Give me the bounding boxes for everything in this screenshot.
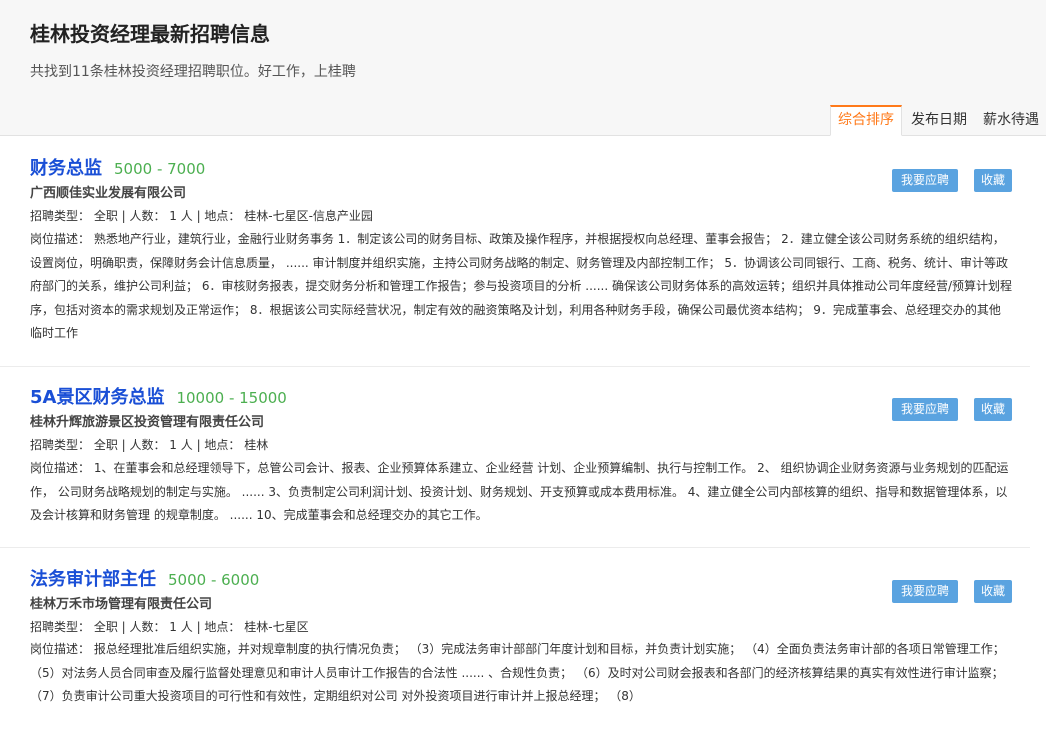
apply-button[interactable]: 我要应聘: [892, 580, 958, 603]
page-subtitle: 共找到11条桂林投资经理招聘职位。好工作，上桂聘: [30, 64, 356, 80]
job-listing: 5A景区财务总监 10000 - 15000 桂林升辉旅游景区投资管理有限责任公司…: [0, 383, 1030, 548]
job-heading: 法务审计部主任 5000 - 6000: [30, 565, 259, 591]
company-name: 桂林升辉旅游景区投资管理有限责任公司: [30, 415, 265, 430]
job-title-link[interactable]: 5A景区财务总监: [30, 387, 164, 408]
favorite-button[interactable]: 收藏: [974, 580, 1012, 603]
job-description: 岗位描述： 1、在董事会和总经理领导下，总管公司会计、报表、企业预算体系建立、企…: [30, 461, 1009, 522]
apply-button[interactable]: 我要应聘: [892, 169, 958, 192]
favorite-button[interactable]: 收藏: [974, 169, 1012, 192]
job-description: 岗位描述： 熟悉地产行业，建筑行业，金融行业财务事务 1．制定该公司的财务目标、…: [30, 232, 1013, 340]
sort-tabs: 综合排序 发布日期 薪水待遇: [828, 105, 1046, 136]
company-name: 桂林万禾市场管理有限责任公司: [30, 597, 213, 612]
page-header: 桂林投资经理最新招聘信息 共找到11条桂林投资经理招聘职位。好工作，上桂聘 综合…: [0, 0, 1046, 136]
job-listing: 法务审计部主任 5000 - 6000 桂林万禾市场管理有限责任公司 招聘类型： …: [0, 565, 1030, 730]
sort-tab-comprehensive[interactable]: 综合排序: [830, 105, 902, 136]
job-meta: 招聘类型： 全职 | 人数： 1 人 | 地点： 桂林: [30, 438, 269, 452]
sort-tab-publish-date[interactable]: 发布日期: [904, 105, 974, 136]
job-salary: 5000 - 7000: [114, 160, 206, 178]
job-description: 岗位描述： 报总经理批准后组织实施，并对规章制度的执行情况负责； （3）完成法务…: [30, 642, 1005, 703]
job-meta: 招聘类型： 全职 | 人数： 1 人 | 地点： 桂林-七星区: [30, 620, 309, 634]
job-salary: 10000 - 15000: [176, 389, 287, 407]
job-heading: 财务总监 5000 - 7000: [30, 154, 205, 180]
job-title-link[interactable]: 法务审计部主任: [30, 569, 156, 590]
company-name: 广西顺佳实业发展有限公司: [30, 186, 187, 201]
favorite-button[interactable]: 收藏: [974, 398, 1012, 421]
job-salary: 5000 - 6000: [168, 571, 260, 589]
job-title-link[interactable]: 财务总监: [30, 158, 102, 179]
job-listing: 财务总监 5000 - 7000 广西顺佳实业发展有限公司 招聘类型： 全职 | …: [0, 154, 1030, 367]
page-title: 桂林投资经理最新招聘信息: [30, 22, 270, 46]
job-heading: 5A景区财务总监 10000 - 15000: [30, 383, 287, 409]
sort-tab-salary[interactable]: 薪水待遇: [976, 105, 1046, 136]
apply-button[interactable]: 我要应聘: [892, 398, 958, 421]
job-meta: 招聘类型： 全职 | 人数： 1 人 | 地点： 桂林-七星区-信息产业园: [30, 209, 373, 223]
